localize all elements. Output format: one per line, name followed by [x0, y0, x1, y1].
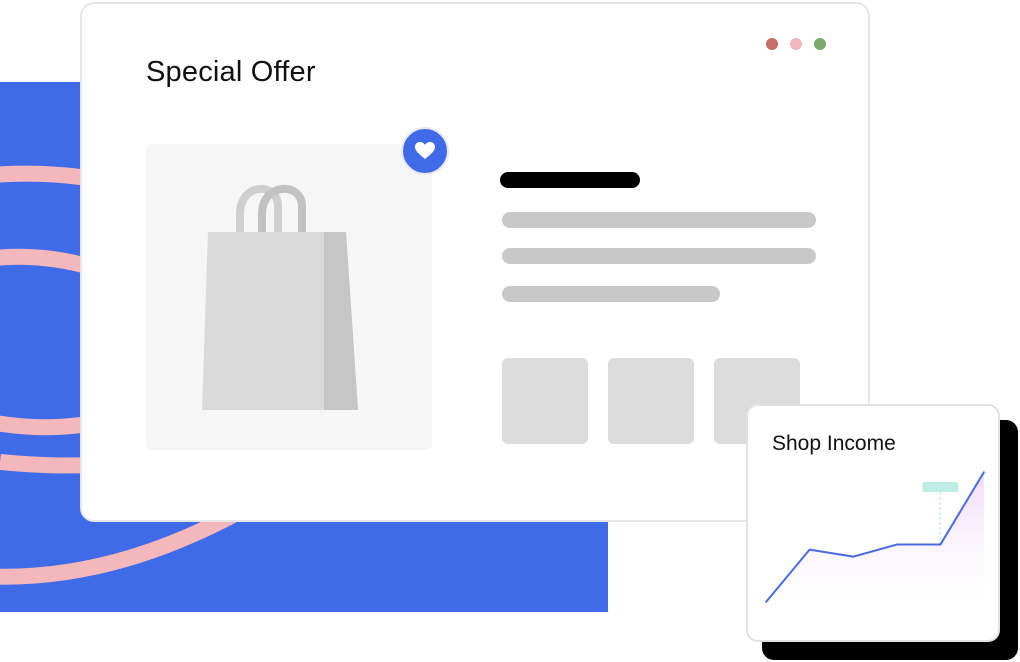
chart-point: [896, 543, 898, 546]
favorite-button[interactable]: [401, 127, 449, 175]
window-dot-close[interactable]: [766, 38, 778, 50]
thumbnail-option[interactable]: [608, 358, 694, 444]
page-title: Special Offer: [146, 56, 316, 88]
chart-point: [808, 548, 811, 551]
heart-icon: [415, 142, 435, 159]
window-dot-maximize[interactable]: [814, 38, 826, 50]
product-image[interactable]: [146, 144, 432, 450]
shopping-bag-icon: [202, 185, 358, 410]
illustration: Special Offer Shop Income: [0, 0, 1020, 662]
description-line-placeholder: [502, 286, 720, 302]
chart-point: [765, 601, 767, 603]
product-title-placeholder: [500, 172, 640, 188]
chart-point: [852, 555, 854, 558]
income-card: Shop Income: [746, 404, 1000, 642]
chart-highlight-tag: [922, 482, 959, 492]
chart-point: [939, 543, 942, 546]
description-line-placeholder: [502, 212, 816, 228]
window-controls: [766, 38, 826, 50]
chart-point: [983, 471, 985, 473]
window-dot-minimize[interactable]: [790, 38, 802, 50]
description-line-placeholder: [502, 248, 816, 264]
income-chart: [765, 471, 985, 604]
thumbnail-option[interactable]: [502, 358, 588, 444]
